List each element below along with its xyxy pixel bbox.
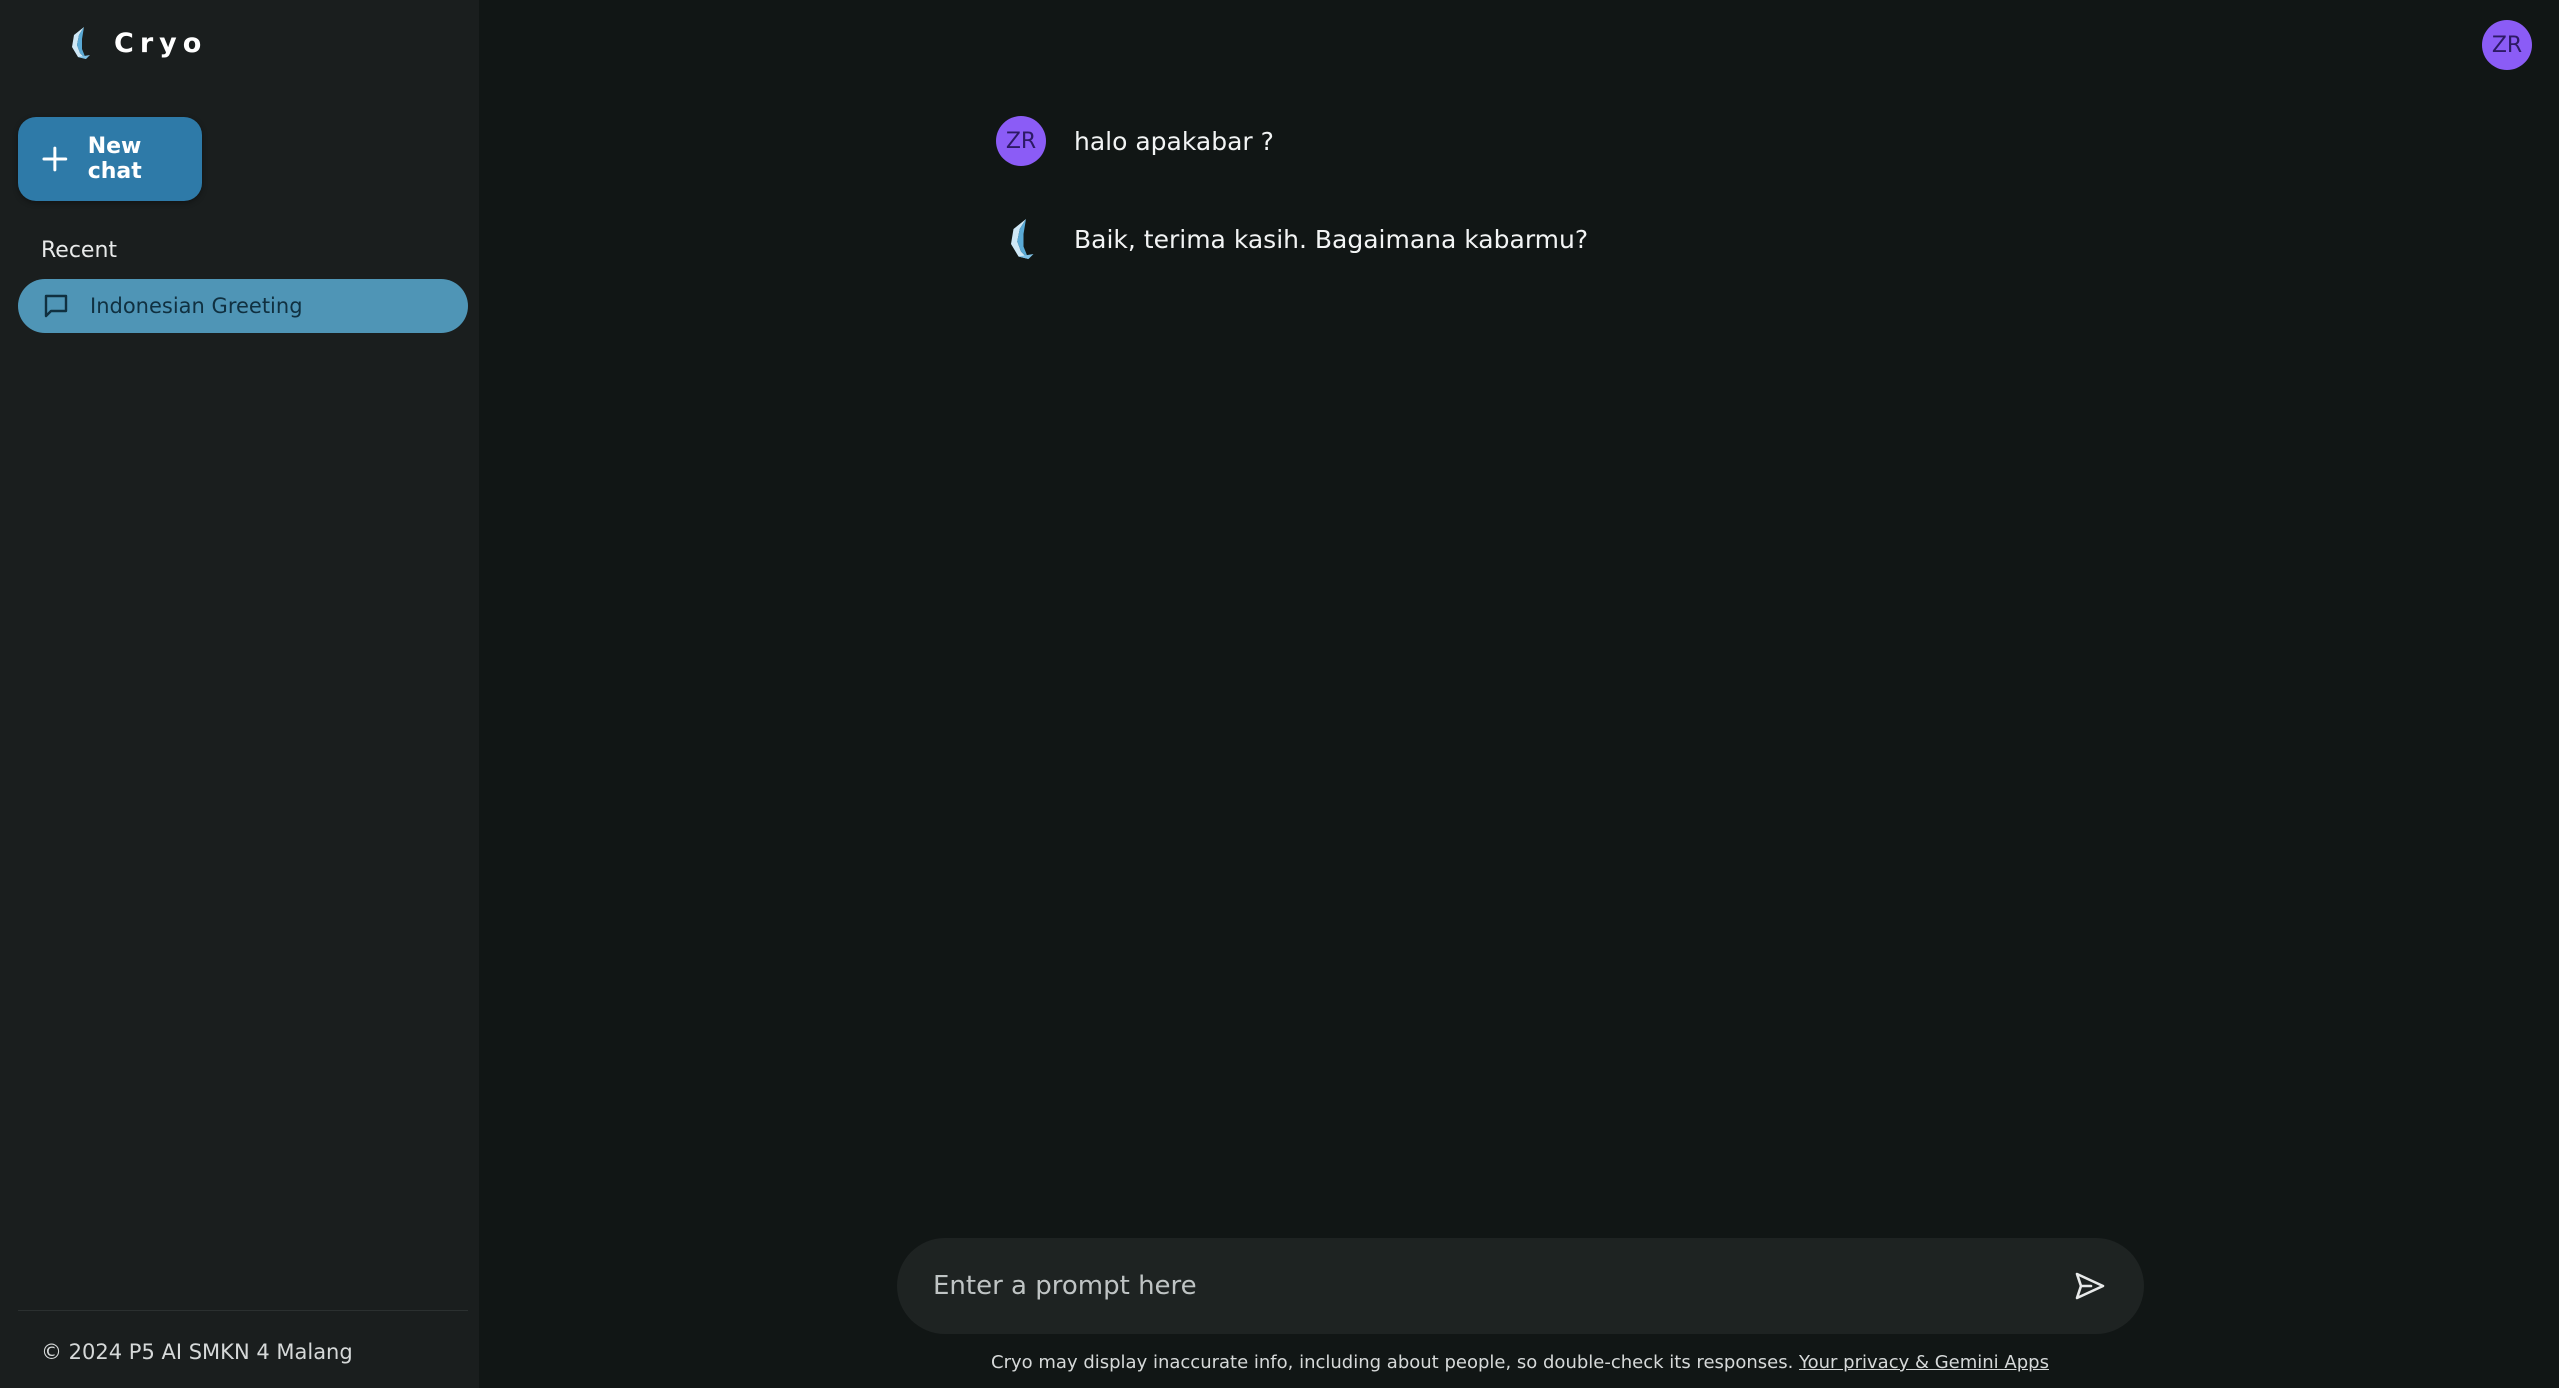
recent-chat-label: Indonesian Greeting — [90, 294, 303, 318]
recent-heading: Recent — [41, 238, 118, 263]
cryo-logo-icon — [64, 23, 96, 63]
plus-icon — [42, 146, 68, 172]
cryo-logo-icon — [1011, 219, 1034, 259]
new-chat-button[interactable]: New chat — [18, 117, 202, 201]
brand-name: Cryo — [114, 27, 208, 59]
user-message-text: halo apakabar ? — [1074, 126, 1274, 156]
account-avatar[interactable]: ZR — [2482, 20, 2532, 70]
brand[interactable]: Cryo — [64, 20, 207, 66]
prompt-bar — [897, 1238, 2144, 1334]
prompt-input[interactable] — [933, 1271, 2070, 1301]
privacy-link[interactable]: Your privacy & Gemini Apps — [1799, 1352, 2049, 1373]
user-message: ZR halo apakabar ? — [996, 116, 1274, 166]
assistant-avatar — [996, 212, 1046, 266]
user-avatar: ZR — [996, 116, 1046, 166]
send-icon — [2075, 1272, 2105, 1300]
new-chat-label: New chat — [87, 134, 142, 184]
sidebar-divider — [18, 1310, 468, 1311]
send-button[interactable] — [2070, 1266, 2110, 1306]
disclaimer-text: Cryo may display inaccurate info, includ… — [991, 1352, 1794, 1373]
chat-bubble-icon — [44, 294, 68, 318]
assistant-message: Baik, terima kasih. Bagaimana kabarmu? — [996, 212, 1588, 266]
recent-chat-item[interactable]: Indonesian Greeting — [18, 279, 468, 333]
disclaimer: Cryo may display inaccurate info, includ… — [0, 1352, 2559, 1373]
sidebar: Cryo New chat Recent Indonesian Greeting… — [0, 0, 479, 1388]
assistant-message-text: Baik, terima kasih. Bagaimana kabarmu? — [1074, 224, 1589, 254]
